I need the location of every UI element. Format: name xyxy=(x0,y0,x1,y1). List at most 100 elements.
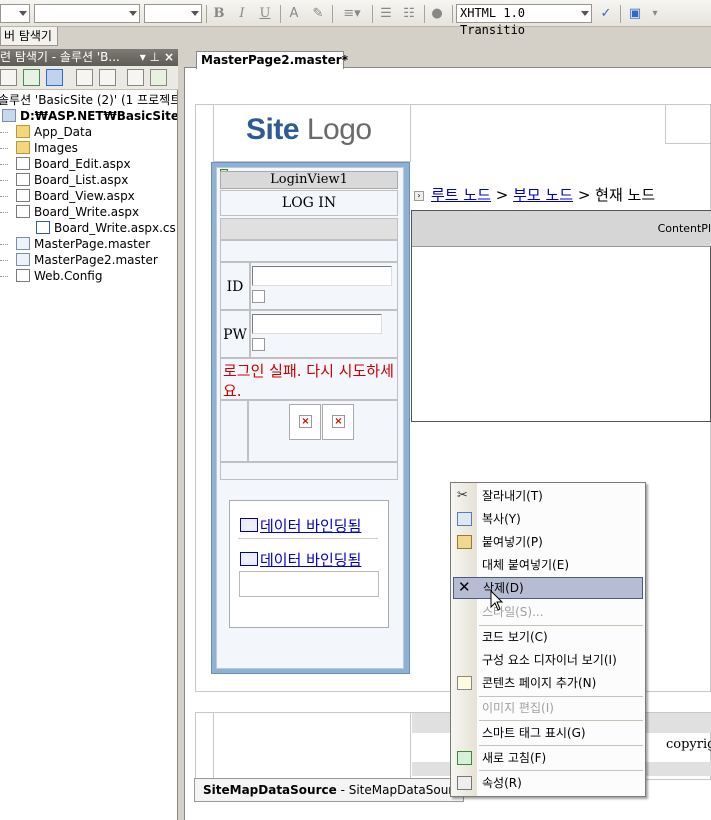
menu-item-properties[interactable]: 속성(R) xyxy=(453,772,643,794)
menu-item-paste[interactable]: 붙여넣기(P) xyxy=(453,531,643,553)
tree-item-board-edit[interactable]: Board_Edit.aspx xyxy=(16,156,131,172)
site-logo: Site Logo xyxy=(246,113,372,146)
login-row-gray xyxy=(220,218,398,240)
tree-item-solution[interactable]: 솔루션 'BasicSite (2)' (1 프로젝트) xyxy=(0,92,177,108)
add-content-page-icon xyxy=(457,676,472,690)
config-file-icon xyxy=(16,269,30,282)
tree-item-masterpage[interactable]: MasterPage.master xyxy=(16,236,150,252)
login-image-button[interactable]: × xyxy=(289,404,321,440)
hyperlink-marker-icon xyxy=(240,518,258,532)
aspx-page-icon xyxy=(16,189,30,202)
cs-file-icon xyxy=(36,221,50,234)
hyperlink-icon[interactable]: ● xyxy=(428,5,446,23)
tree-item-board-view[interactable]: Board_View.aspx xyxy=(16,188,135,204)
validation-options-icon[interactable]: ▣ xyxy=(626,5,644,23)
font-size-select[interactable] xyxy=(144,4,202,23)
master-page-icon xyxy=(16,237,30,250)
view-designer-icon[interactable] xyxy=(99,69,116,86)
validator-icon xyxy=(252,338,265,351)
header-right-box xyxy=(665,104,711,144)
nest-related-files-icon[interactable] xyxy=(127,69,144,86)
paste-icon xyxy=(457,535,472,549)
doctype-select[interactable]: XHTML 1.0 Transitio xyxy=(456,4,592,37)
context-menu: ✂ 잘라내기(T) 복사(Y) 붙여넣기(P) 대체 붙여넣기(E) ✕ 삭제(D)… xyxy=(450,482,646,797)
block-format-select[interactable] xyxy=(0,4,30,23)
check-accessibility-icon[interactable]: ✓ xyxy=(597,5,615,23)
master-page-icon xyxy=(16,253,30,266)
menu-item-copy[interactable]: 복사(Y) xyxy=(453,508,643,530)
toolbar-overflow-icon[interactable]: ▾ xyxy=(648,5,662,23)
cancel-image-button[interactable]: × xyxy=(322,404,354,440)
tree-item-images[interactable]: Images xyxy=(16,140,78,156)
button-row-left xyxy=(220,400,248,462)
sitemap-datasource-name: SiteMapDataSource xyxy=(203,783,337,797)
breadcrumb-root-link[interactable]: 루트 노드 xyxy=(431,186,491,204)
delete-icon: ✕ xyxy=(458,578,471,596)
pw-input[interactable] xyxy=(252,314,382,334)
tree-item-board-list[interactable]: Board_List.aspx xyxy=(16,172,128,188)
menu-item-delete[interactable]: ✕ 삭제(D) xyxy=(453,577,643,599)
tab-masterpage2[interactable]: MasterPage2.master* xyxy=(196,51,348,69)
id-label: ID xyxy=(220,262,250,310)
font-color-icon[interactable]: A xyxy=(285,5,303,23)
broken-image-icon: × xyxy=(332,415,345,428)
validator-icon xyxy=(252,290,265,303)
solution-explorer-toolbar xyxy=(0,66,178,90)
login-row-empty xyxy=(220,240,398,262)
view-code-icon[interactable] xyxy=(76,69,93,86)
cut-icon: ✂ xyxy=(457,488,468,503)
font-name-select[interactable] xyxy=(34,4,140,23)
numbered-list-icon[interactable]: ☷ xyxy=(400,5,418,23)
menu-item-view-component-designer[interactable]: 구성 요소 디자이너 보기(I) xyxy=(453,649,643,671)
formatting-toolbar: B I U A ✎ ≡▾ ☰ ☷ ● XHTML 1.0 Transitio ✓… xyxy=(0,0,711,37)
databound-link-2[interactable]: 데이터 바인딩됨 xyxy=(260,549,361,570)
copy-icon xyxy=(457,512,472,526)
properties-icon xyxy=(457,776,472,790)
italic-button[interactable]: I xyxy=(233,5,251,23)
justify-icon[interactable]: ≡▾ xyxy=(338,5,366,23)
tree-item-board-write[interactable]: Board_Write.aspx xyxy=(16,204,139,220)
id-input[interactable] xyxy=(252,266,392,286)
menu-item-add-content-page[interactable]: 콘텐츠 페이지 추가(N) xyxy=(453,672,643,694)
folder-icon xyxy=(16,141,30,154)
hyperlink-marker-icon xyxy=(240,552,258,566)
underline-button[interactable]: U xyxy=(256,5,274,23)
login-heading: LOG IN xyxy=(220,190,398,216)
solution-explorer-header: 련 탐색기 - 솔루션 'B... ▾ ⊥ × xyxy=(0,49,178,66)
menu-item-view-code[interactable]: 코드 보기(C) xyxy=(453,626,643,648)
databound-link-1[interactable]: 데이터 바인딩됨 xyxy=(260,515,361,536)
expand-icon[interactable]: › xyxy=(414,191,424,201)
tree-item-web-config[interactable]: Web.Config xyxy=(16,268,102,284)
menu-item-cut[interactable]: ✂ 잘라내기(T) xyxy=(453,485,643,507)
sitemap-datasource-id: - SiteMapDataSource1 xyxy=(336,783,464,797)
menu-item-show-smart-tag[interactable]: 스마트 태그 표시(G) xyxy=(453,722,643,744)
broken-image-icon: × xyxy=(299,415,312,428)
loginview-title[interactable]: LoginView1 xyxy=(220,171,398,189)
folder-icon xyxy=(16,125,30,138)
copy-website-icon[interactable] xyxy=(150,69,167,86)
solution-tree: 솔루션 'BasicSite (2)' (1 프로젝트) D:₩ASP.NET₩… xyxy=(0,90,178,820)
menu-item-paste-alternate[interactable]: 대체 붙여넣기(E) xyxy=(453,554,643,576)
properties-icon[interactable] xyxy=(0,69,17,86)
datalist-separator xyxy=(238,538,378,546)
bold-button[interactable]: B xyxy=(210,5,228,23)
pin-icon[interactable]: ▾ ⊥ xyxy=(140,49,160,66)
show-all-files-icon[interactable] xyxy=(46,69,63,86)
breadcrumb-parent-link[interactable]: 부모 노드 xyxy=(513,186,573,204)
solution-explorer-tab[interactable]: 버 탐색기 xyxy=(0,27,58,46)
highlight-icon[interactable]: ✎ xyxy=(309,5,327,23)
breadcrumb: 루트 노드 > 부모 노드 > 현재 노드 xyxy=(431,186,656,204)
close-icon[interactable]: × xyxy=(164,49,174,66)
tree-item-board-write-cs[interactable]: Board_Write.aspx.cs xyxy=(36,220,176,236)
menu-item-refresh[interactable]: 새로 고침(F) xyxy=(453,747,643,769)
refresh-icon[interactable] xyxy=(23,69,40,86)
menu-item-style: 스타일(S)... xyxy=(482,605,544,619)
sitemap-datasource-control[interactable]: SiteMapDataSource - SiteMapDataSource1 xyxy=(194,778,464,802)
login-row-bottom xyxy=(220,462,398,480)
tree-item-project[interactable]: D:₩ASP.NET₩BasicSite xyxy=(2,108,177,124)
menu-item-edit-image: 이미지 편집(I) xyxy=(482,701,554,715)
project-icon xyxy=(2,109,16,122)
tree-item-app-data[interactable]: App_Data xyxy=(16,124,92,140)
bullet-list-icon[interactable]: ☰ xyxy=(377,5,395,23)
tree-item-masterpage2[interactable]: MasterPage2.master xyxy=(16,252,158,268)
